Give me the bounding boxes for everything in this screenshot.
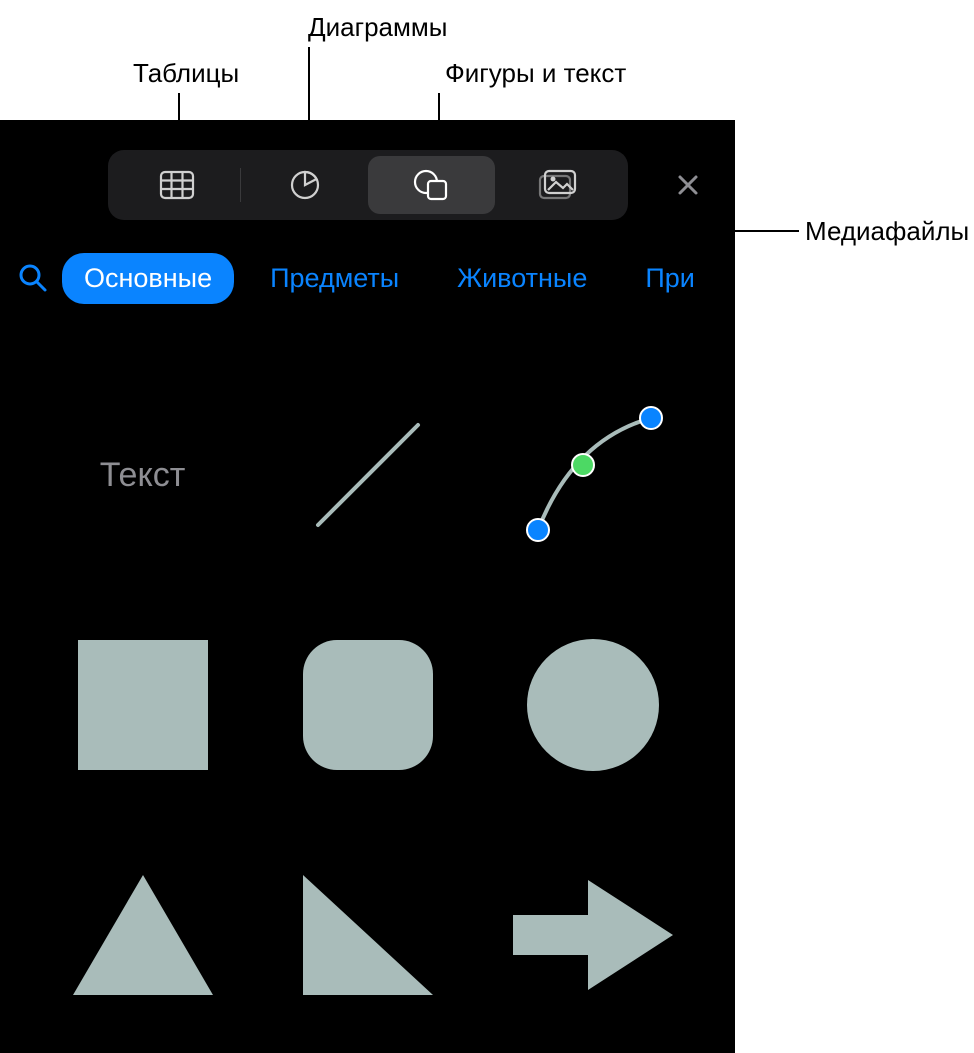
shape-circle[interactable] xyxy=(493,605,693,805)
shapes-icon xyxy=(413,169,449,201)
shape-arrow-right[interactable] xyxy=(493,835,693,1035)
search-icon xyxy=(18,263,48,293)
photo-icon xyxy=(539,170,577,200)
category-objects[interactable]: Предметы xyxy=(248,253,421,304)
search-button[interactable] xyxy=(18,263,48,293)
category-basic[interactable]: Основные xyxy=(62,253,234,304)
close-button[interactable] xyxy=(671,168,705,202)
shapes-tab[interactable] xyxy=(368,156,495,214)
shape-rounded-square[interactable] xyxy=(268,605,468,805)
callout-media: Медиафайлы xyxy=(805,216,969,247)
text-shape-label: Текст xyxy=(100,456,186,495)
charts-tab[interactable] xyxy=(241,156,368,214)
callout-charts: Диаграммы xyxy=(308,12,447,43)
shape-text[interactable]: Текст xyxy=(43,375,243,575)
callout-shapes-text: Фигуры и текст xyxy=(445,58,626,89)
pie-chart-icon xyxy=(290,170,320,200)
shape-square[interactable] xyxy=(43,605,243,805)
insert-type-toolbar xyxy=(108,150,628,220)
category-more[interactable]: При xyxy=(623,253,695,304)
shapes-grid: Текст xyxy=(0,340,735,1053)
right-triangle-icon xyxy=(298,870,438,1000)
callout-tables: Таблицы xyxy=(133,58,239,89)
insert-panel: Основные Предметы Животные При Текст xyxy=(0,120,735,1053)
arrow-right-icon xyxy=(508,870,678,1000)
table-icon xyxy=(160,171,194,199)
square-icon xyxy=(73,635,213,775)
curve-pen-icon xyxy=(513,400,673,550)
close-icon xyxy=(676,173,700,197)
circle-icon xyxy=(523,635,663,775)
shape-right-triangle[interactable] xyxy=(268,835,468,1035)
shape-line[interactable] xyxy=(268,375,468,575)
triangle-icon xyxy=(68,870,218,1000)
category-animals[interactable]: Животные xyxy=(435,253,609,304)
media-tab[interactable] xyxy=(495,156,622,214)
shape-triangle[interactable] xyxy=(43,835,243,1035)
tables-tab[interactable] xyxy=(114,156,241,214)
shape-category-bar: Основные Предметы Животные При xyxy=(0,248,735,308)
line-icon xyxy=(298,405,438,545)
shape-pen-curve[interactable] xyxy=(493,375,693,575)
rounded-square-icon xyxy=(298,635,438,775)
